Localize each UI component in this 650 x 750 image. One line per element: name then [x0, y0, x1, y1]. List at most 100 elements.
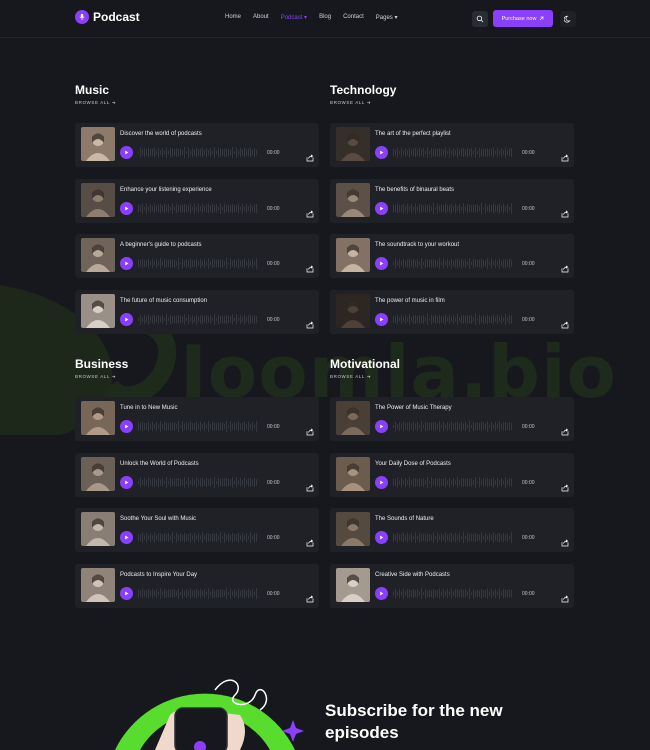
play-button[interactable] — [120, 531, 133, 544]
audio-waveform[interactable] — [393, 587, 513, 600]
audio-waveform[interactable] — [138, 420, 258, 433]
share-icon[interactable] — [306, 534, 314, 547]
share-icon[interactable] — [561, 149, 569, 162]
share-icon[interactable] — [561, 205, 569, 218]
audio-waveform[interactable] — [393, 476, 513, 489]
audio-waveform[interactable] — [138, 476, 258, 489]
episode-title[interactable]: The art of the perfect playlist — [375, 131, 451, 137]
episode-card[interactable]: The power of music in film 00:00 — [330, 290, 574, 334]
play-icon — [380, 150, 384, 155]
episode-title[interactable]: Tune in to New Music — [120, 405, 177, 411]
episode-card[interactable]: Tune in to New Music 00:00 — [75, 397, 319, 441]
play-icon — [380, 535, 384, 540]
audio-waveform[interactable] — [138, 531, 258, 544]
search-button[interactable] — [472, 11, 488, 27]
episode-card[interactable]: Soothe Your Soul with Music 00:00 — [75, 508, 319, 552]
audio-waveform[interactable] — [138, 202, 258, 215]
share-icon[interactable] — [561, 316, 569, 329]
episode-title[interactable]: The benefits of binaural beats — [375, 187, 454, 193]
episode-card[interactable]: The Sounds of Nature 00:00 — [330, 508, 574, 552]
episode-title[interactable]: Unlock the World of Podcasts — [120, 461, 199, 467]
play-button[interactable] — [120, 476, 133, 489]
nav-home[interactable]: Home — [225, 14, 241, 21]
nav-about[interactable]: About — [253, 14, 269, 21]
nav-contact[interactable]: Contact — [343, 14, 364, 21]
browse-all-link[interactable]: BROWSE ALL ➔ — [330, 374, 574, 380]
episode-title[interactable]: The power of music in film — [375, 298, 445, 304]
episode-card[interactable]: Enhance your listening experience 00:00 — [75, 179, 319, 223]
nav-pages[interactable]: Pages ▾ — [376, 14, 398, 21]
play-button[interactable] — [375, 313, 388, 326]
play-icon — [380, 317, 384, 322]
browse-all-link[interactable]: BROWSE ALL ➔ — [330, 100, 574, 106]
play-button[interactable] — [375, 257, 388, 270]
share-icon[interactable] — [561, 590, 569, 603]
purchase-button[interactable]: Purchase now — [493, 10, 553, 27]
episode-card[interactable]: Podcasts to Inspire Your Day 00:00 — [75, 564, 319, 608]
audio-waveform[interactable] — [393, 313, 513, 326]
share-icon[interactable] — [306, 423, 314, 436]
share-icon[interactable] — [561, 534, 569, 547]
episode-title[interactable]: A beginner's guide to podcasts — [120, 242, 202, 248]
episode-title[interactable]: Your Daily Dose of Podcasts — [375, 461, 451, 467]
category-section: Technology BROWSE ALL ➔ The art of the pe… — [330, 83, 574, 334]
browse-all-link[interactable]: BROWSE ALL ➔ — [75, 374, 319, 380]
audio-waveform[interactable] — [138, 257, 258, 270]
episode-title[interactable]: Enhance your listening experience — [120, 187, 212, 193]
episode-title[interactable]: Creative Side with Podcasts — [375, 572, 450, 578]
play-button[interactable] — [120, 202, 133, 215]
episode-title[interactable]: Discover the world of podcasts — [120, 131, 202, 137]
nav-blog[interactable]: Blog — [319, 14, 331, 21]
share-icon[interactable] — [561, 423, 569, 436]
play-button[interactable] — [375, 531, 388, 544]
share-icon[interactable] — [306, 205, 314, 218]
nav-podcast[interactable]: Podcast ▾ — [281, 14, 307, 21]
episode-card[interactable]: The Power of Music Therapy 00:00 — [330, 397, 574, 441]
share-icon[interactable] — [306, 260, 314, 273]
browse-all-link[interactable]: BROWSE ALL ➔ — [75, 100, 319, 106]
episode-card[interactable]: The benefits of binaural beats 00:00 — [330, 179, 574, 223]
play-button[interactable] — [375, 587, 388, 600]
category-section: Motivational BROWSE ALL ➔ The Power of Mu… — [330, 357, 574, 608]
play-button[interactable] — [375, 420, 388, 433]
episode-card[interactable]: Your Daily Dose of Podcasts 00:00 — [330, 453, 574, 497]
play-button[interactable] — [375, 146, 388, 159]
audio-waveform[interactable] — [138, 587, 258, 600]
play-button[interactable] — [375, 202, 388, 215]
share-icon[interactable] — [306, 149, 314, 162]
audio-waveform[interactable] — [393, 420, 513, 433]
audio-waveform[interactable] — [393, 146, 513, 159]
episode-card[interactable]: The future of music consumption 00:00 — [75, 290, 319, 334]
audio-waveform[interactable] — [393, 531, 513, 544]
episode-title[interactable]: The Power of Music Therapy — [375, 405, 452, 411]
share-icon[interactable] — [306, 316, 314, 329]
theme-toggle-button[interactable] — [560, 11, 576, 27]
episode-card[interactable]: Creative Side with Podcasts 00:00 — [330, 564, 574, 608]
audio-waveform[interactable] — [393, 257, 513, 270]
episode-card[interactable]: The soundtrack to your workout 00:00 — [330, 234, 574, 278]
share-icon[interactable] — [561, 479, 569, 492]
play-button[interactable] — [120, 257, 133, 270]
episode-title[interactable]: Podcasts to Inspire Your Day — [120, 572, 197, 578]
episode-thumbnail — [336, 183, 370, 217]
play-button[interactable] — [120, 146, 133, 159]
share-icon[interactable] — [306, 479, 314, 492]
episode-card[interactable]: Discover the world of podcasts 00:00 — [75, 123, 319, 167]
share-icon[interactable] — [306, 590, 314, 603]
share-icon[interactable] — [561, 260, 569, 273]
audio-waveform[interactable] — [393, 202, 513, 215]
episode-title[interactable]: The soundtrack to your workout — [375, 242, 459, 248]
episode-card[interactable]: A beginner's guide to podcasts 00:00 — [75, 234, 319, 278]
logo[interactable]: Podcast — [75, 10, 140, 24]
audio-waveform[interactable] — [138, 313, 258, 326]
play-button[interactable] — [120, 313, 133, 326]
play-button[interactable] — [120, 587, 133, 600]
play-button[interactable] — [120, 420, 133, 433]
episode-card[interactable]: Unlock the World of Podcasts 00:00 — [75, 453, 319, 497]
episode-title[interactable]: The future of music consumption — [120, 298, 207, 304]
episode-title[interactable]: Soothe Your Soul with Music — [120, 516, 196, 522]
episode-card[interactable]: The art of the perfect playlist 00:00 — [330, 123, 574, 167]
play-button[interactable] — [375, 476, 388, 489]
audio-waveform[interactable] — [138, 146, 258, 159]
episode-title[interactable]: The Sounds of Nature — [375, 516, 434, 522]
